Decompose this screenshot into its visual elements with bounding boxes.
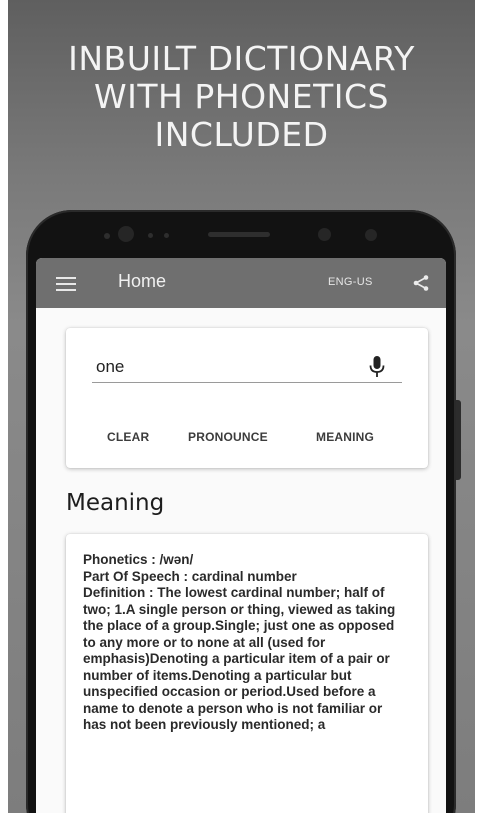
promo-headline: INBUILT DICTIONARY WITH PHONETICS INCLUD… [8, 40, 475, 154]
definition-text: Definition : The lowest cardinal number;… [83, 585, 396, 732]
pronounce-button[interactable]: PRONOUNCE [188, 430, 268, 444]
app-bar-title: Home [118, 271, 167, 291]
clear-button[interactable]: CLEAR [107, 430, 149, 444]
app-bar: Home ENG-US [36, 258, 446, 308]
phone-sensor-dot [104, 233, 110, 239]
phonetics-text: Phonetics : /wən/ [83, 552, 194, 567]
phone-front-camera [118, 226, 134, 242]
search-input-underline [92, 382, 402, 383]
search-input[interactable] [92, 354, 376, 380]
phone-speaker [208, 232, 270, 237]
hamburger-menu-icon[interactable] [56, 277, 76, 291]
meaning-button[interactable]: MEANING [316, 430, 374, 444]
microphone-icon[interactable] [367, 355, 387, 379]
meaning-heading: Meaning [66, 490, 165, 516]
app-screen: Home ENG-US CLEAR PRONOUNCE MEANING Mean… [36, 258, 446, 813]
phone-sensor [318, 228, 331, 241]
meaning-card: Phonetics : /wən/ Part Of Speech : cardi… [66, 534, 428, 813]
search-card: CLEAR PRONOUNCE MEANING [66, 328, 428, 468]
meaning-text: Phonetics : /wən/ Part Of Speech : cardi… [83, 552, 408, 734]
headline-line-1: INBUILT DICTIONARY [68, 39, 415, 78]
screenshot-frame: INBUILT DICTIONARY WITH PHONETICS INCLUD… [0, 0, 483, 813]
phone-side-button [456, 400, 461, 480]
phone-sensor [365, 229, 377, 241]
part-of-speech-text: Part Of Speech : cardinal number [83, 568, 297, 584]
language-selector[interactable]: ENG-US [328, 276, 373, 288]
headline-line-3: INCLUDED [154, 115, 329, 154]
share-icon[interactable] [412, 274, 430, 292]
phone-sensor-dot [164, 233, 169, 238]
phone-sensor-dot [148, 233, 153, 238]
headline-line-2: WITH PHONETICS [94, 77, 389, 116]
